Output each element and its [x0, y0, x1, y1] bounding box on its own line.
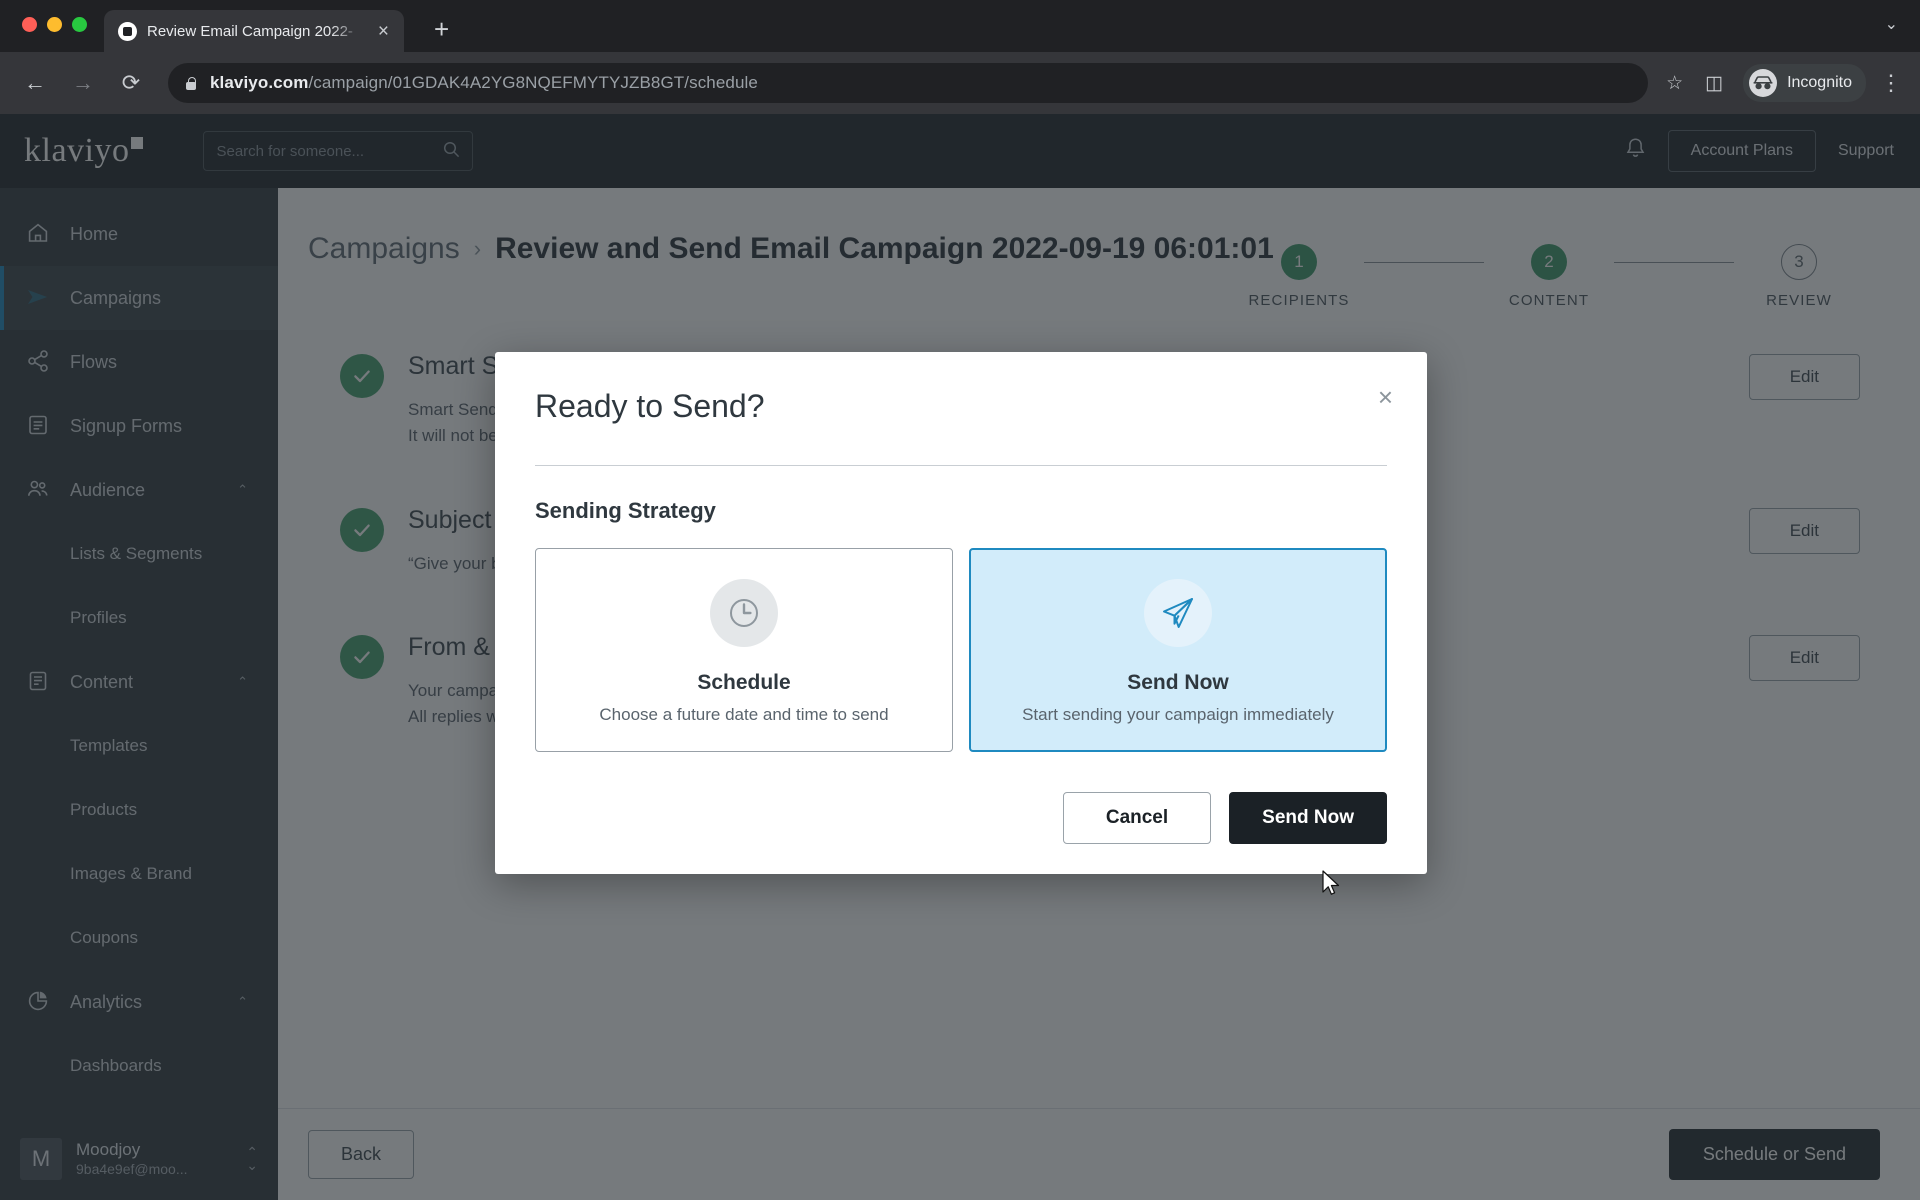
web-page: klaviyo Search for someone... Account Pl…: [0, 114, 1920, 1200]
url-domain: klaviyo.com: [210, 73, 309, 92]
option-description: Start sending your campaign immediately: [1022, 705, 1334, 724]
reload-icon[interactable]: ⟳: [114, 66, 148, 100]
tab-title: Review Email Campaign 2022-: [147, 22, 353, 40]
tab-strip: Review Email Campaign 2022- × + ⌄: [0, 0, 1920, 52]
page-icon: [118, 21, 137, 41]
lock-icon: [184, 76, 198, 91]
back-icon[interactable]: ←: [18, 66, 52, 100]
forward-icon[interactable]: →: [66, 66, 100, 100]
option-title: Send Now: [1127, 671, 1229, 694]
address-bar[interactable]: klaviyo.com/campaign/01GDAK4A2YG8NQEFMYT…: [168, 63, 1649, 103]
close-window-button[interactable]: [22, 17, 37, 32]
incognito-label: Incognito: [1787, 74, 1852, 91]
paper-plane-icon: [1144, 579, 1212, 647]
sending-strategy-options: Schedule Choose a future date and time t…: [535, 548, 1387, 752]
dialog-actions: Cancel Send Now: [535, 792, 1387, 844]
browser-toolbar: ← → ⟳ klaviyo.com/campaign/01GDAK4A2YG8N…: [0, 52, 1920, 114]
option-description: Choose a future date and time to send: [599, 705, 889, 724]
side-panel-icon[interactable]: ◫: [1701, 68, 1727, 99]
close-tab-icon[interactable]: ×: [373, 20, 394, 43]
url-text: klaviyo.com/campaign/01GDAK4A2YG8NQEFMYT…: [210, 73, 758, 93]
window-controls: [22, 17, 87, 32]
sending-strategy-label: Sending Strategy: [535, 498, 716, 523]
close-icon[interactable]: ×: [1378, 384, 1393, 410]
divider: [535, 465, 1387, 466]
send-now-button[interactable]: Send Now: [1229, 792, 1387, 844]
maximize-window-button[interactable]: [72, 17, 87, 32]
option-send-now[interactable]: Send Now Start sending your campaign imm…: [969, 548, 1387, 752]
tab-list-chevron-down-icon[interactable]: ⌄: [1885, 14, 1898, 34]
option-title: Schedule: [697, 671, 791, 694]
incognito-avatar-icon: [1749, 69, 1778, 97]
browser-window: Review Email Campaign 2022- × + ⌄ ← → ⟳ …: [0, 0, 1920, 1200]
url-path: /campaign/01GDAK4A2YG8NQEFMYTYJZB8GT/sch…: [308, 73, 758, 92]
ready-to-send-dialog: Ready to Send? × Sending Strategy Schedu…: [495, 352, 1427, 874]
option-schedule[interactable]: Schedule Choose a future date and time t…: [535, 548, 953, 752]
browser-tab[interactable]: Review Email Campaign 2022- ×: [104, 10, 404, 52]
browser-menu-icon[interactable]: ⋮: [1880, 72, 1902, 94]
bookmark-star-icon[interactable]: ☆: [1662, 68, 1687, 99]
minimize-window-button[interactable]: [47, 17, 62, 32]
incognito-profile-button[interactable]: Incognito: [1743, 64, 1866, 102]
clock-icon: [710, 579, 778, 647]
dialog-title: Ready to Send?: [535, 388, 765, 424]
new-tab-button[interactable]: +: [426, 14, 457, 44]
cancel-button[interactable]: Cancel: [1062, 792, 1212, 844]
